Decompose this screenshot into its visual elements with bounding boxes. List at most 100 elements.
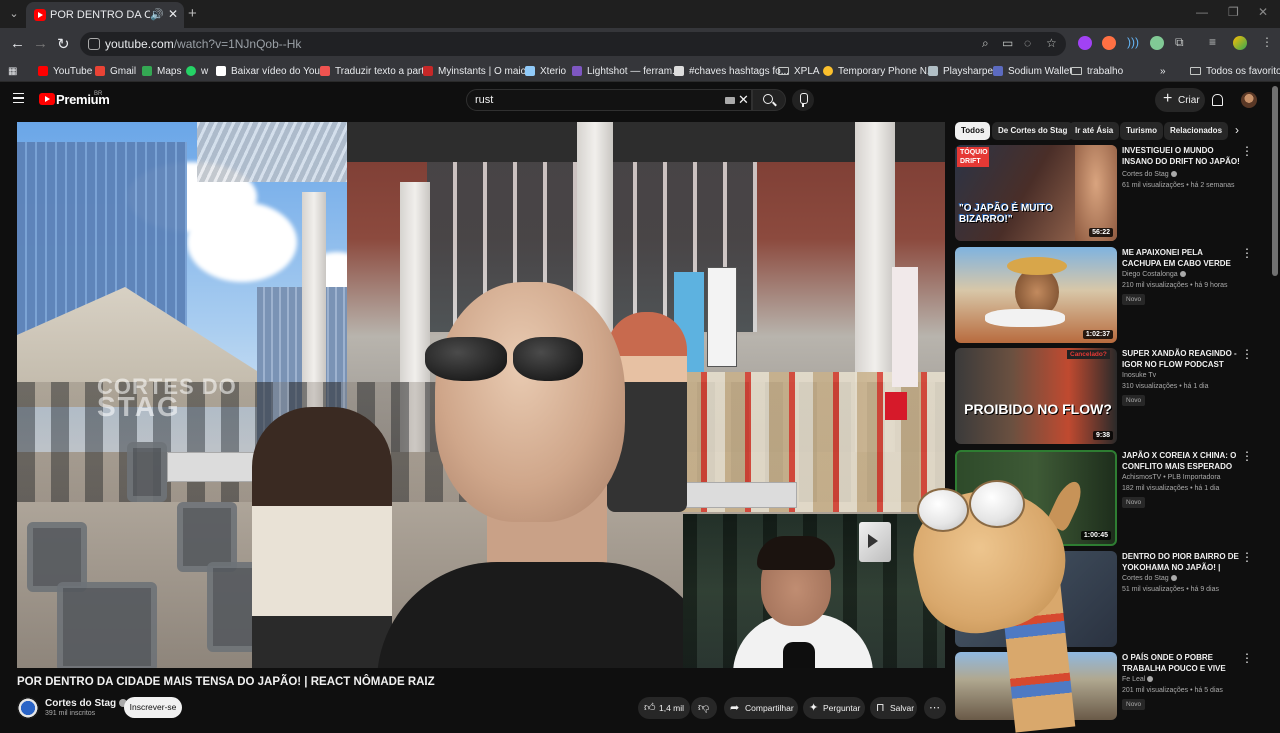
tab-search-icon[interactable]: ⌄ [6,6,22,22]
channel-avatar[interactable] [17,697,39,719]
plus-icon: + [1163,90,1173,107]
fox-extension-icon[interactable] [1102,36,1116,50]
all-bookmarks-folder[interactable]: Todos os favoritos [1190,64,1280,78]
more-vertical-icon[interactable] [1241,550,1253,565]
bookmark-temp-phone[interactable]: Temporary Phone N... [823,64,935,78]
list-item[interactable]: Cancelado? PROIBIDO NO FLOW? 9:38 SUPER … [955,347,1255,444]
bookmark-star-icon[interactable]: ☆ [1046,36,1057,50]
create-button[interactable]: + Criar [1155,88,1205,112]
bookmark-gmail[interactable]: Gmail [95,64,136,78]
zoom-icon[interactable]: ⌕ [982,36,989,51]
video-thumbnail[interactable]: Cancelado? PROIBIDO NO FLOW? 9:38 [955,348,1117,444]
keyboard-icon[interactable] [725,97,735,104]
bookmark-youtube[interactable]: YouTube [38,64,92,78]
minimize-icon[interactable]: — [1196,5,1208,19]
video-thumbnail[interactable]: 1:02:37 [955,247,1117,343]
chip-relacionados[interactable]: Relacionados [1164,122,1229,140]
chip-todos[interactable]: Todos [955,122,991,140]
bookmark-maps[interactable]: Maps [142,64,181,78]
bookmark-lightshot[interactable]: Lightshot — ferram... [572,64,680,78]
search-query[interactable]: rust [475,94,493,106]
notifications-bell-icon[interactable] [1212,94,1223,106]
more-vertical-icon[interactable] [1241,449,1253,464]
rec-title[interactable]: O PAÍS ONDE O POBRE TRABALHA POUCO E VIV… [1122,652,1240,674]
close-window-icon[interactable]: ✕ [1258,5,1268,19]
video-title: POR DENTRO DA CIDADE MAIS TENSA DO JAPÃO… [17,676,435,688]
account-avatar[interactable] [1241,92,1257,108]
menu-hamburger-icon[interactable] [13,93,24,103]
more-vertical-icon[interactable] [1241,144,1253,159]
download-extension-icon[interactable] [1078,36,1092,50]
rec-channel[interactable]: Cortes do Stag [1122,575,1177,582]
extensions-puzzle-icon[interactable]: ⧉ [1175,35,1184,50]
search-input[interactable]: rust ✕ [466,89,752,111]
g-extension-icon[interactable] [1150,36,1164,50]
video-scene-woman [252,407,392,668]
forward-icon[interactable]: → [33,35,48,52]
rec-channel[interactable]: Inosuke Tv [1122,372,1156,379]
list-item[interactable]: TÓQUIO DRIFT "O JAPÃO É MUITO BIZARRO!" … [955,144,1255,241]
speaker-icon[interactable]: 🔊 [150,8,164,21]
new-badge: Novo [1122,395,1146,406]
worm-mascot-overlay [902,470,1095,733]
bookmark-hashtags[interactable]: #chaves hashtags fo... [674,64,789,78]
rec-title[interactable]: SUPER XANDÃO REAGINDO - IGOR NO FLOW POD… [1122,348,1240,370]
more-vertical-icon[interactable] [1241,347,1253,362]
channel-name[interactable]: Cortes do Stag [45,698,128,709]
back-icon[interactable]: ← [10,35,25,52]
rec-title[interactable]: JAPÃO X COREIA X CHINA: O CONFLITO MAIS … [1122,450,1240,472]
cast-icon[interactable]: ▭ [1002,36,1013,50]
rec-channel[interactable]: AchismosTV • PLB Importadora [1122,474,1221,481]
bookmark-playsharper[interactable]: Playsharper [928,64,996,78]
more-vertical-icon[interactable] [1241,651,1253,666]
reload-icon[interactable]: ↻ [57,35,70,53]
reading-list-icon[interactable]: ≡ [1209,35,1216,49]
rec-title[interactable]: INVESTIGUEI O MUNDO INSANO DO DRIFT NO J… [1122,145,1240,167]
rec-title[interactable]: ME APAIXONEI PELA CACHUPA EM CABO VERDE [1122,247,1240,269]
youtube-logo-icon[interactable] [39,93,55,105]
bookmark-traduzir[interactable]: Traduzir texto a part... [320,64,432,78]
subscribe-button[interactable]: Inscrever-se [124,697,182,718]
voice-search-mic-icon[interactable] [792,89,814,111]
like-button[interactable]: 👍︎ 1,4 mil [638,697,690,719]
video-thumbnail[interactable]: TÓQUIO DRIFT "O JAPÃO É MUITO BIZARRO!" … [955,145,1117,241]
rec-channel[interactable]: Cortes do Stag [1122,171,1177,178]
rec-channel[interactable]: Fe Leal [1122,676,1154,683]
audio-extension-icon[interactable]: ))) [1127,35,1139,49]
close-tab-icon[interactable]: ✕ [168,7,178,21]
chip-turismo[interactable]: Turismo [1120,122,1163,140]
bookmark-whatsapp[interactable]: w [186,64,208,78]
bookmark-baixar-video[interactable]: Baixar vídeo do You... [216,64,328,78]
rec-channel[interactable]: Diego Costalonga [1122,271,1186,278]
bookmark-xterio[interactable]: Xterio [525,64,566,78]
profile-icon[interactable] [1233,36,1247,50]
rec-title[interactable]: DENTRO DO PIOR BAIRRO DE YOKOHAMA NO JAP… [1122,551,1240,573]
bookmark-myinstants[interactable]: Myinstants | O maio... [423,64,535,78]
more-vertical-icon[interactable] [1241,246,1253,261]
restore-icon[interactable]: ❐ [1228,5,1239,19]
clear-search-icon[interactable]: ✕ [738,92,749,108]
ask-button[interactable]: ✦ Perguntar [803,697,865,719]
address-bar[interactable]: youtube.com/watch?v=1NJnQob--Hk ⌕ ▭ ◌ ☆ [80,32,1066,56]
bookmark-folder-xpla[interactable]: XPLA [778,64,820,78]
apps-grid-icon[interactable]: ▦ [8,64,17,78]
rec-meta: 310 visualizações • há 1 dia [1122,383,1209,390]
chip-de-cortes-do-stag[interactable]: De Cortes do Stag [992,122,1074,140]
browser-tab-active[interactable]: POR DENTRO DA CIDADE MAIS TENSA DO JAPÃO… [26,2,184,28]
chip-ir-ate-asia[interactable]: Ir até Ásia [1069,122,1120,140]
chevron-right-icon[interactable]: › [1235,123,1239,137]
eye-off-icon[interactable]: ◌ [1024,36,1031,50]
search-button[interactable] [752,89,786,111]
site-info-icon[interactable] [88,38,100,50]
bookmark-folder-trabalho[interactable]: trabalho [1071,64,1123,78]
list-item[interactable]: 1:02:37 ME APAIXONEI PELA CACHUPA EM CAB… [955,246,1255,343]
new-tab-icon[interactable]: + [188,5,197,22]
dislike-button[interactable]: 👎︎ [691,697,717,719]
bookmark-sodium-wallet[interactable]: Sodium Wallet [993,64,1072,78]
bookmarks-overflow-icon[interactable]: » [1160,64,1166,78]
channel-watermark: CORTES DO STAG [97,374,237,422]
browser-toolbar: ← → ↻ youtube.com/watch?v=1NJnQob--Hk ⌕ … [0,28,1280,60]
browser-menu-icon[interactable]: ⋮ [1261,35,1273,49]
page-scrollbar[interactable] [1272,86,1278,276]
share-button[interactable]: ➦ Compartilhar [724,697,798,719]
